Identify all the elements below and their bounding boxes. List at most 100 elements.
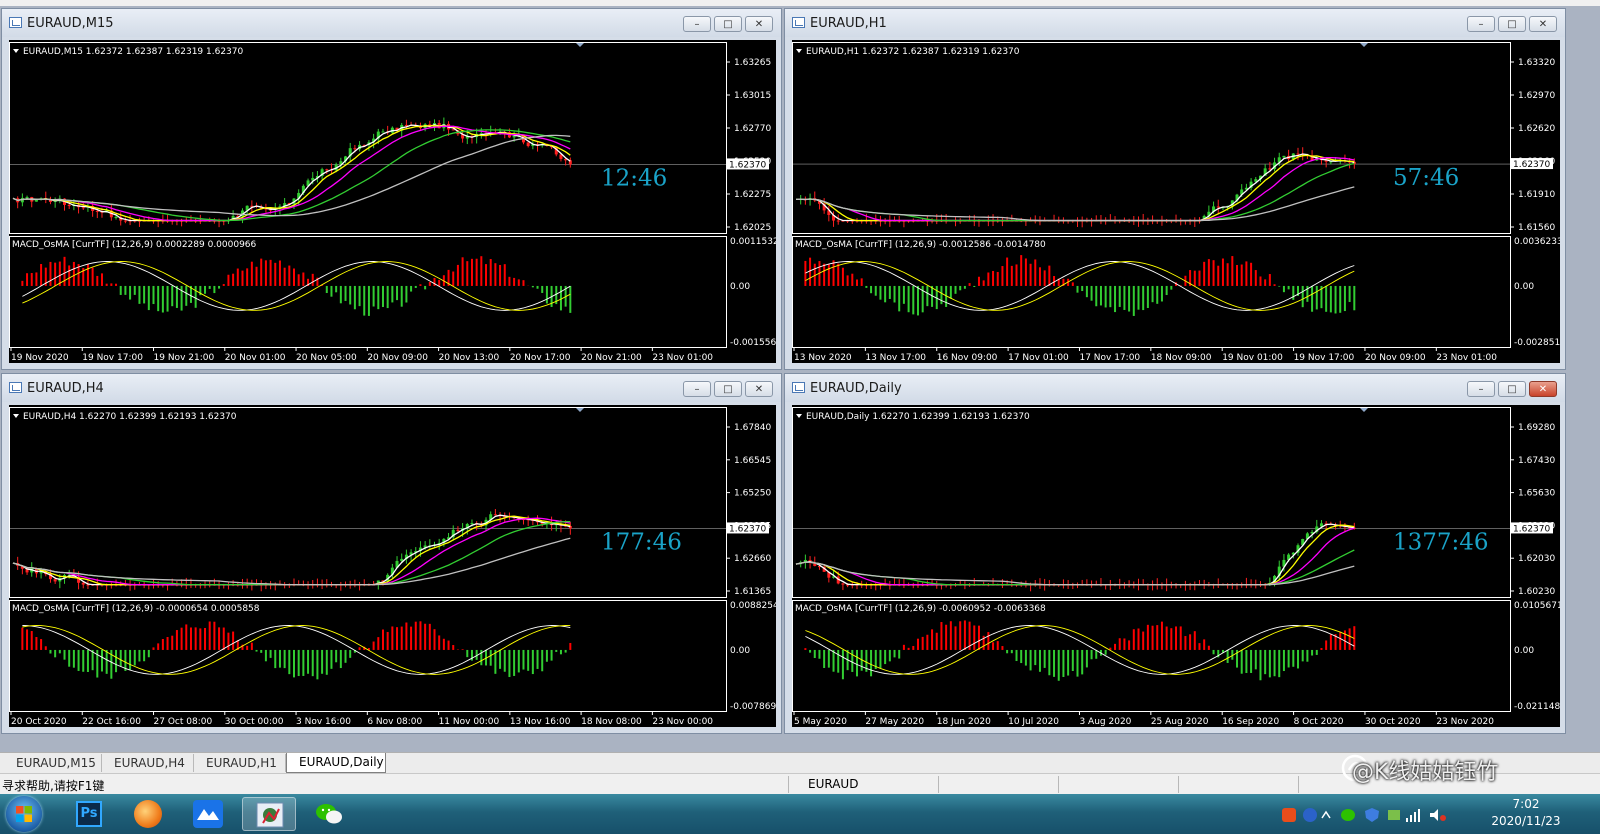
- close-icon[interactable]: ✕: [1529, 381, 1557, 397]
- histogram-bar: [902, 644, 905, 650]
- status-divider: [788, 776, 789, 793]
- histogram-bar: [1006, 257, 1009, 286]
- histogram-bar: [1193, 631, 1196, 650]
- histogram-bar: [40, 264, 43, 286]
- histogram-bar: [260, 258, 263, 286]
- minimize-icon[interactable]: –: [683, 381, 711, 397]
- histogram-bar: [105, 649, 108, 674]
- histogram-bar: [1067, 649, 1070, 676]
- histogram-bar: [419, 621, 422, 650]
- clock-time[interactable]: 7:02: [1486, 797, 1566, 811]
- price-chart-area[interactable]: EURAUD,Daily 1.62270 1.62399 1.62193 1.6…: [792, 405, 1560, 727]
- maximize-icon[interactable]: □: [714, 16, 742, 32]
- chart-shift-marker-icon: [1360, 408, 1368, 412]
- window-title: EURAUD,M15: [27, 16, 114, 31]
- chart-window-icon: [9, 17, 22, 28]
- network-adapter-icon[interactable]: [1388, 810, 1400, 820]
- histogram-bar: [410, 626, 413, 650]
- price-chart-area[interactable]: EURAUD,H1 1.62372 1.62387 1.62319 1.6237…: [792, 40, 1560, 363]
- histogram-bar: [358, 285, 361, 307]
- security-icon[interactable]: [1365, 808, 1379, 822]
- time-tick-label: 20 Nov 09:00: [367, 353, 428, 363]
- chart-window-h4[interactable]: EURAUD,H4 – □ ✕ EURAUD,H4 1.62270 1.62399 1.…: [1, 373, 782, 734]
- feishu-icon[interactable]: [182, 797, 236, 831]
- histogram-bar: [1212, 260, 1215, 286]
- close-icon[interactable]: ✕: [745, 16, 773, 32]
- tab-euraud-h4[interactable]: EURAUD,H4: [102, 754, 194, 772]
- window-title-bar[interactable]: EURAUD,Daily – □ ✕: [785, 374, 1565, 402]
- histogram-bar: [208, 285, 211, 289]
- maximize-icon[interactable]: □: [1498, 16, 1526, 32]
- histogram-bar: [115, 649, 118, 673]
- histogram-bar: [180, 285, 183, 311]
- candle-body: [400, 558, 404, 561]
- clock-date[interactable]: 2020/11/23: [1486, 814, 1566, 828]
- minimize-icon[interactable]: –: [1467, 381, 1495, 397]
- browser-icon[interactable]: [122, 797, 176, 831]
- histogram-bar: [531, 649, 534, 675]
- window-title-bar[interactable]: EURAUD,M15 – □ ✕: [2, 9, 781, 37]
- maximize-icon[interactable]: □: [1498, 381, 1526, 397]
- price-chart-area[interactable]: EURAUD,H4 1.62270 1.62399 1.62193 1.6237…: [9, 405, 776, 727]
- chart-menu-triangle-icon[interactable]: [13, 414, 19, 418]
- histogram-bar: [54, 262, 57, 286]
- chart-menu-triangle-icon[interactable]: [796, 49, 802, 53]
- chart-window-daily[interactable]: EURAUD,Daily – □ ✕ EURAUD,Daily 1.62270 1.62…: [784, 373, 1566, 734]
- tab-euraud-h1[interactable]: EURAUD,H1: [194, 754, 286, 772]
- histogram-bar: [541, 285, 544, 293]
- price-chart-area[interactable]: EURAUD,M15 1.62372 1.62387 1.62319 1.623…: [9, 40, 776, 363]
- sogou-input-icon[interactable]: [1282, 808, 1296, 822]
- window-title-bar[interactable]: EURAUD,H1 – □ ✕: [785, 9, 1565, 37]
- window-title-bar[interactable]: EURAUD,H4 – □ ✕: [2, 374, 781, 402]
- chart-canvas: EURAUD,H1 1.62372 1.62387 1.62319 1.6237…: [792, 42, 1560, 363]
- signal-icon[interactable]: [1406, 809, 1420, 822]
- chart-window-h1[interactable]: EURAUD,H1 – □ ✕ EURAUD,H1 1.62372 1.62387 1.…: [784, 8, 1566, 370]
- moving-average-line: [795, 549, 1355, 586]
- histogram-bar: [1311, 649, 1314, 656]
- price-tick-label: 1.63265: [734, 58, 771, 68]
- histogram-bar: [470, 258, 473, 286]
- histogram-bar: [110, 283, 113, 286]
- histogram-bar: [884, 285, 887, 303]
- volume-icon[interactable]: [1430, 809, 1446, 821]
- chart-menu-triangle-icon[interactable]: [13, 49, 19, 53]
- time-tick-label: 23 Nov 01:00: [1436, 353, 1497, 363]
- chart-window-m15[interactable]: EURAUD,M15 – □ ✕ EURAUD,M15 1.62372 1.62387 …: [1, 8, 782, 370]
- photoshop-icon[interactable]: Ps: [62, 797, 116, 831]
- histogram-bar: [204, 285, 207, 294]
- metatrader-icon[interactable]: [242, 797, 296, 831]
- histogram-bar: [396, 285, 399, 301]
- histogram-bar: [466, 649, 469, 658]
- wechat-icon[interactable]: [302, 797, 356, 831]
- histogram-bar: [1212, 649, 1215, 655]
- histogram-bar: [386, 285, 389, 309]
- time-tick-label: 19 Nov 17:00: [82, 353, 143, 363]
- close-icon[interactable]: ✕: [745, 381, 773, 397]
- minimize-icon[interactable]: –: [683, 16, 711, 32]
- oscillator-header: MACD_OsMA [CurrTF] (12,26,9) -0.0000654 …: [12, 604, 260, 614]
- tab-euraud-m15[interactable]: EURAUD,M15: [4, 754, 102, 772]
- histogram-bar: [77, 649, 80, 671]
- histogram-bar: [297, 649, 300, 677]
- time-tick-label: 17 Nov 17:00: [1079, 353, 1140, 363]
- chart-menu-triangle-icon[interactable]: [796, 414, 802, 418]
- oscillator-tick-label: 0.0105671: [1514, 601, 1560, 611]
- histogram-bar: [898, 285, 901, 312]
- price-tick-label: 1.65250: [734, 489, 771, 499]
- windows-start-icon[interactable]: [6, 796, 42, 832]
- histogram-bar: [58, 649, 61, 654]
- help-icon[interactable]: [1303, 808, 1317, 822]
- tab-euraud-daily[interactable]: EURAUD,Daily: [286, 753, 386, 773]
- histogram-bar: [536, 649, 539, 669]
- wechat-tray-icon[interactable]: [1341, 809, 1355, 821]
- histogram-bar: [466, 261, 469, 286]
- time-tick-label: 13 Nov 16:00: [510, 717, 571, 727]
- histogram-bar: [30, 631, 33, 650]
- close-icon[interactable]: ✕: [1529, 16, 1557, 32]
- histogram-bar: [963, 620, 966, 650]
- maximize-icon[interactable]: □: [714, 381, 742, 397]
- tray-expand-icon[interactable]: [1321, 810, 1331, 819]
- histogram-bar: [1198, 643, 1201, 650]
- moving-average-line: [12, 124, 571, 222]
- minimize-icon[interactable]: –: [1467, 16, 1495, 32]
